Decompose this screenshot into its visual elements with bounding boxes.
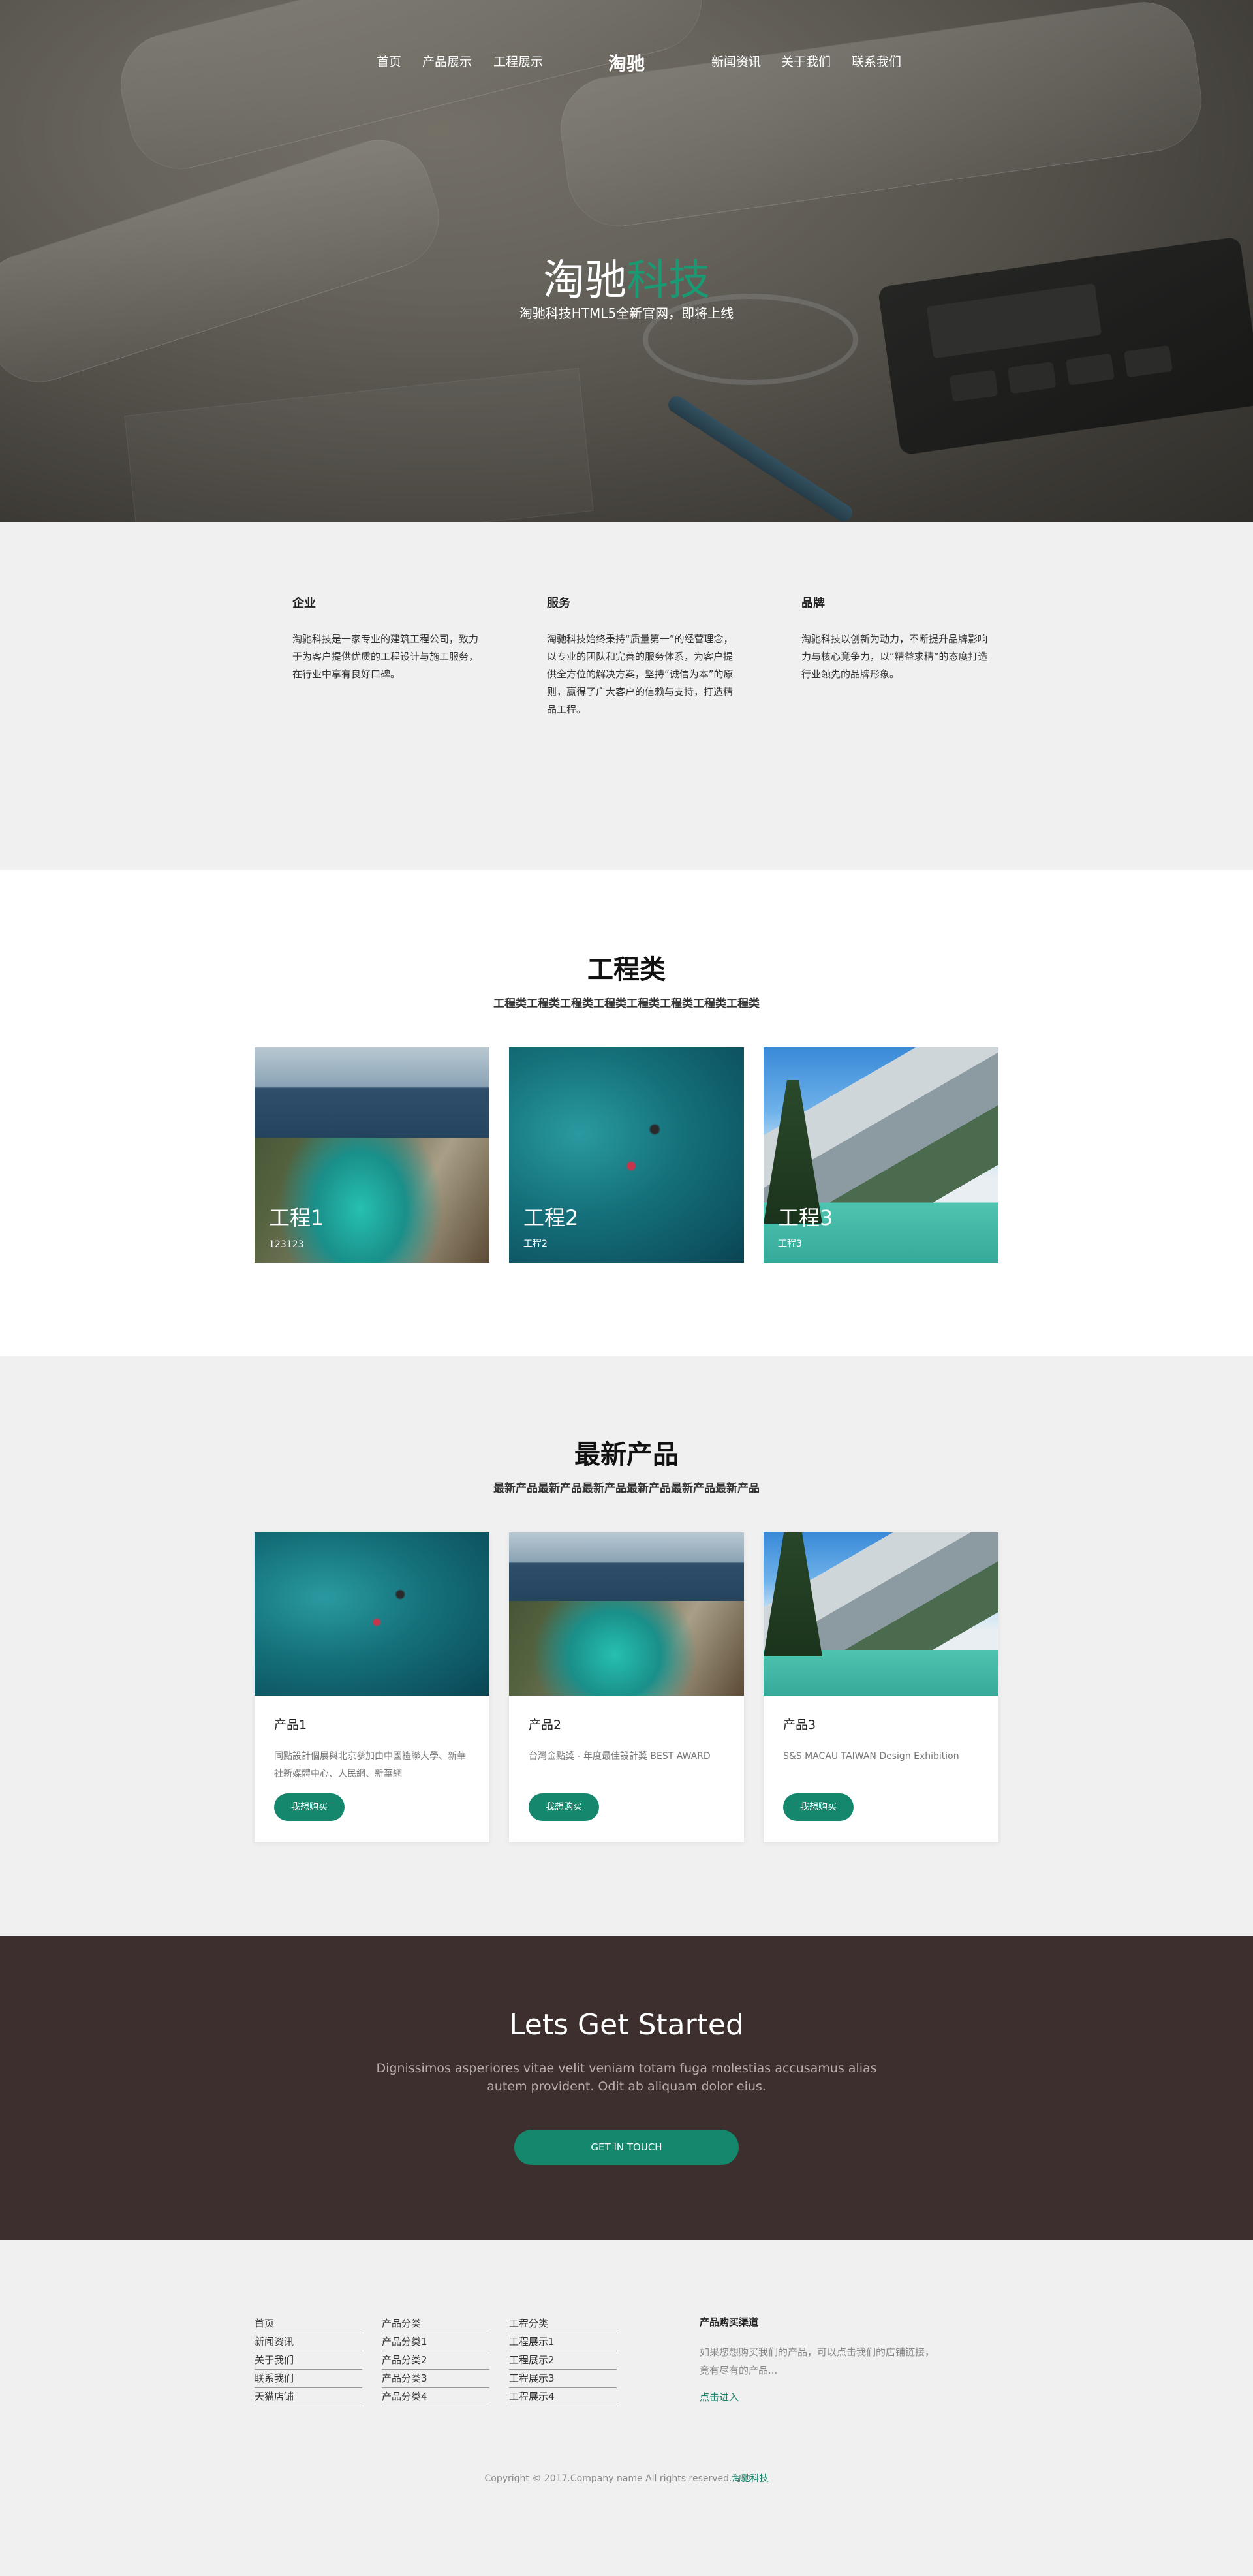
footer-link[interactable]: 工程展示4: [509, 2388, 617, 2406]
features-section: 企业 淘驰科技是一家专业的建筑工程公司，致力于为客户提供优质的工程设计与施工服务…: [0, 522, 1253, 870]
hero-banner: 首页 产品展示 工程展示 淘驰 新闻资讯 关于我们 联系我们 淘驰科技 淘驰科技…: [0, 0, 1253, 522]
buy-button[interactable]: 我想购买: [783, 1793, 854, 1821]
enter-link[interactable]: 点击进入: [700, 2390, 941, 2404]
footer-col-products: 产品分类 产品分类1 产品分类2 产品分类3 产品分类4: [382, 2315, 489, 2406]
footer-link[interactable]: 工程分类: [509, 2315, 617, 2333]
nav-about[interactable]: 关于我们: [781, 52, 831, 70]
projects-subtitle: 工程类工程类工程类工程类工程类工程类工程类工程类: [493, 997, 760, 1010]
footer-link[interactable]: 产品分类2: [382, 2351, 489, 2370]
hero-title: 淘驰科技: [0, 247, 1253, 307]
cta-text: Dignissimos asperiores vitae velit venia…: [376, 2061, 877, 2094]
feature-text: 淘驰科技以创新为动力，不断提升品牌影响力与核心竞争力，以“精益求精”的态度打造行…: [801, 633, 988, 680]
feature-title: 品牌: [801, 597, 825, 610]
product-image[interactable]: [509, 1532, 744, 1696]
product-card: 产品1 同點設計個展與北京參加由中國禮聯大學、新華社新媒體中心、人民網、新華網 …: [255, 1532, 489, 1842]
product-desc: 台灣金點獎 - 年度最佳設計獎 BEST AWARD: [529, 1751, 711, 1761]
project-card[interactable]: 工程1 123123: [255, 1047, 489, 1263]
product-image[interactable]: [255, 1532, 489, 1696]
copyright-brand-link[interactable]: 淘驰科技: [732, 2474, 769, 2484]
buy-button[interactable]: 我想购买: [274, 1793, 345, 1821]
nav-contact[interactable]: 联系我们: [852, 52, 901, 70]
projects-title: 工程类: [587, 955, 666, 985]
projects-section: 工程类 工程类工程类工程类工程类工程类工程类工程类工程类 工程1 123123 …: [0, 870, 1253, 1356]
footer-col-nav: 首页 新闻资讯 关于我们 联系我们 天猫店铺: [255, 2315, 362, 2406]
hero-title-main: 淘驰: [543, 256, 626, 305]
buy-text: 如果您想购买我们的产品，可以点击我们的店铺链接，竟有尽有的产品...: [700, 2346, 935, 2376]
top-navigation: 首页 产品展示 工程展示 淘驰 新闻资讯 关于我们 联系我们: [0, 0, 1253, 124]
project-sublabel: 工程2: [523, 1239, 548, 1249]
feature-title: 企业: [292, 597, 316, 610]
feature-text: 淘驰科技始终秉持“质量第一”的经营理念，以专业的团队和完善的服务体系，为客户提供…: [547, 633, 734, 715]
footer-link[interactable]: 首页: [255, 2315, 362, 2333]
feature-title: 服务: [547, 597, 570, 610]
product-name: 产品2: [529, 1718, 562, 1732]
product-card: 产品3 S&S MACAU TAIWAN Design Exhibition 我…: [764, 1532, 998, 1842]
footer-link[interactable]: 产品分类4: [382, 2388, 489, 2406]
cta-section: Lets Get Started Dignissimos asperiores …: [0, 1936, 1253, 2240]
products-section: 最新产品 最新产品最新产品最新产品最新产品最新产品最新产品 产品1 同點設計個展…: [0, 1356, 1253, 1936]
footer-link[interactable]: 产品分类: [382, 2315, 489, 2333]
project-label: 工程1: [269, 1205, 324, 1230]
footer-link[interactable]: 工程展示2: [509, 2351, 617, 2370]
project-label: 工程3: [778, 1205, 833, 1230]
nav-projects[interactable]: 工程展示: [493, 52, 543, 70]
hero-subtitle: 淘驰科技HTML5全新官网，即将上线: [519, 305, 734, 321]
footer-link[interactable]: 新闻资讯: [255, 2333, 362, 2351]
project-card[interactable]: 工程3 工程3: [764, 1047, 998, 1263]
product-desc: S&S MACAU TAIWAN Design Exhibition: [783, 1751, 959, 1761]
project-label: 工程2: [523, 1205, 579, 1230]
feature-brand: 品牌 淘驰科技以创新为动力，不断提升品牌影响力与核心竞争力，以“精益求精”的态度…: [801, 594, 991, 683]
product-card: 产品2 台灣金點獎 - 年度最佳設計獎 BEST AWARD 我想购买: [509, 1532, 744, 1842]
products-title: 最新产品: [574, 1440, 679, 1470]
footer-buy-channel: 产品购买渠道 如果您想购买我们的产品，可以点击我们的店铺链接，竟有尽有的产品..…: [700, 2315, 941, 2404]
get-in-touch-button[interactable]: GET IN TOUCH: [514, 2130, 739, 2165]
product-desc: 同點設計個展與北京參加由中國禮聯大學、新華社新媒體中心、人民網、新華網: [274, 1751, 466, 1779]
footer: 首页 新闻资讯 关于我们 联系我们 天猫店铺 产品分类 产品分类1 产品分类2 …: [0, 2240, 1253, 2576]
footer-link[interactable]: 天猫店铺: [255, 2388, 362, 2406]
buy-button[interactable]: 我想购买: [529, 1793, 599, 1821]
footer-link[interactable]: 产品分类3: [382, 2370, 489, 2388]
footer-link[interactable]: 工程展示1: [509, 2333, 617, 2351]
nav-products[interactable]: 产品展示: [422, 52, 472, 70]
site-logo[interactable]: 淘驰: [608, 50, 645, 76]
footer-link[interactable]: 联系我们: [255, 2370, 362, 2388]
footer-link[interactable]: 关于我们: [255, 2351, 362, 2370]
product-name: 产品1: [274, 1718, 307, 1732]
product-name: 产品3: [783, 1718, 816, 1732]
hero-title-accent: 科技: [626, 256, 710, 305]
footer-col-projects: 工程分类 工程展示1 工程展示2 工程展示3 工程展示4: [509, 2315, 617, 2406]
project-sublabel: 工程3: [778, 1239, 802, 1249]
copyright-text: Copyright © 2017.Company name All rights…: [484, 2474, 732, 2484]
project-sublabel: 123123: [269, 1239, 304, 1250]
feature-text: 淘驰科技是一家专业的建筑工程公司，致力于为客户提供优质的工程设计与施工服务，在行…: [292, 633, 479, 680]
feature-service: 服务 淘驰科技始终秉持“质量第一”的经营理念，以专业的团队和完善的服务体系，为客…: [547, 594, 736, 719]
cta-title: Lets Get Started: [509, 2008, 744, 2041]
footer-link[interactable]: 产品分类1: [382, 2333, 489, 2351]
nav-home[interactable]: 首页: [377, 52, 401, 70]
footer-link[interactable]: 工程展示3: [509, 2370, 617, 2388]
product-image[interactable]: [764, 1532, 998, 1696]
buy-title: 产品购买渠道: [700, 2316, 759, 2328]
products-subtitle: 最新产品最新产品最新产品最新产品最新产品最新产品: [493, 1482, 760, 1495]
nav-news[interactable]: 新闻资讯: [711, 52, 761, 70]
project-card[interactable]: 工程2 工程2: [509, 1047, 744, 1263]
copyright: Copyright © 2017.Company name All rights…: [0, 2472, 1253, 2485]
feature-enterprise: 企业 淘驰科技是一家专业的建筑工程公司，致力于为客户提供优质的工程设计与施工服务…: [292, 594, 482, 683]
